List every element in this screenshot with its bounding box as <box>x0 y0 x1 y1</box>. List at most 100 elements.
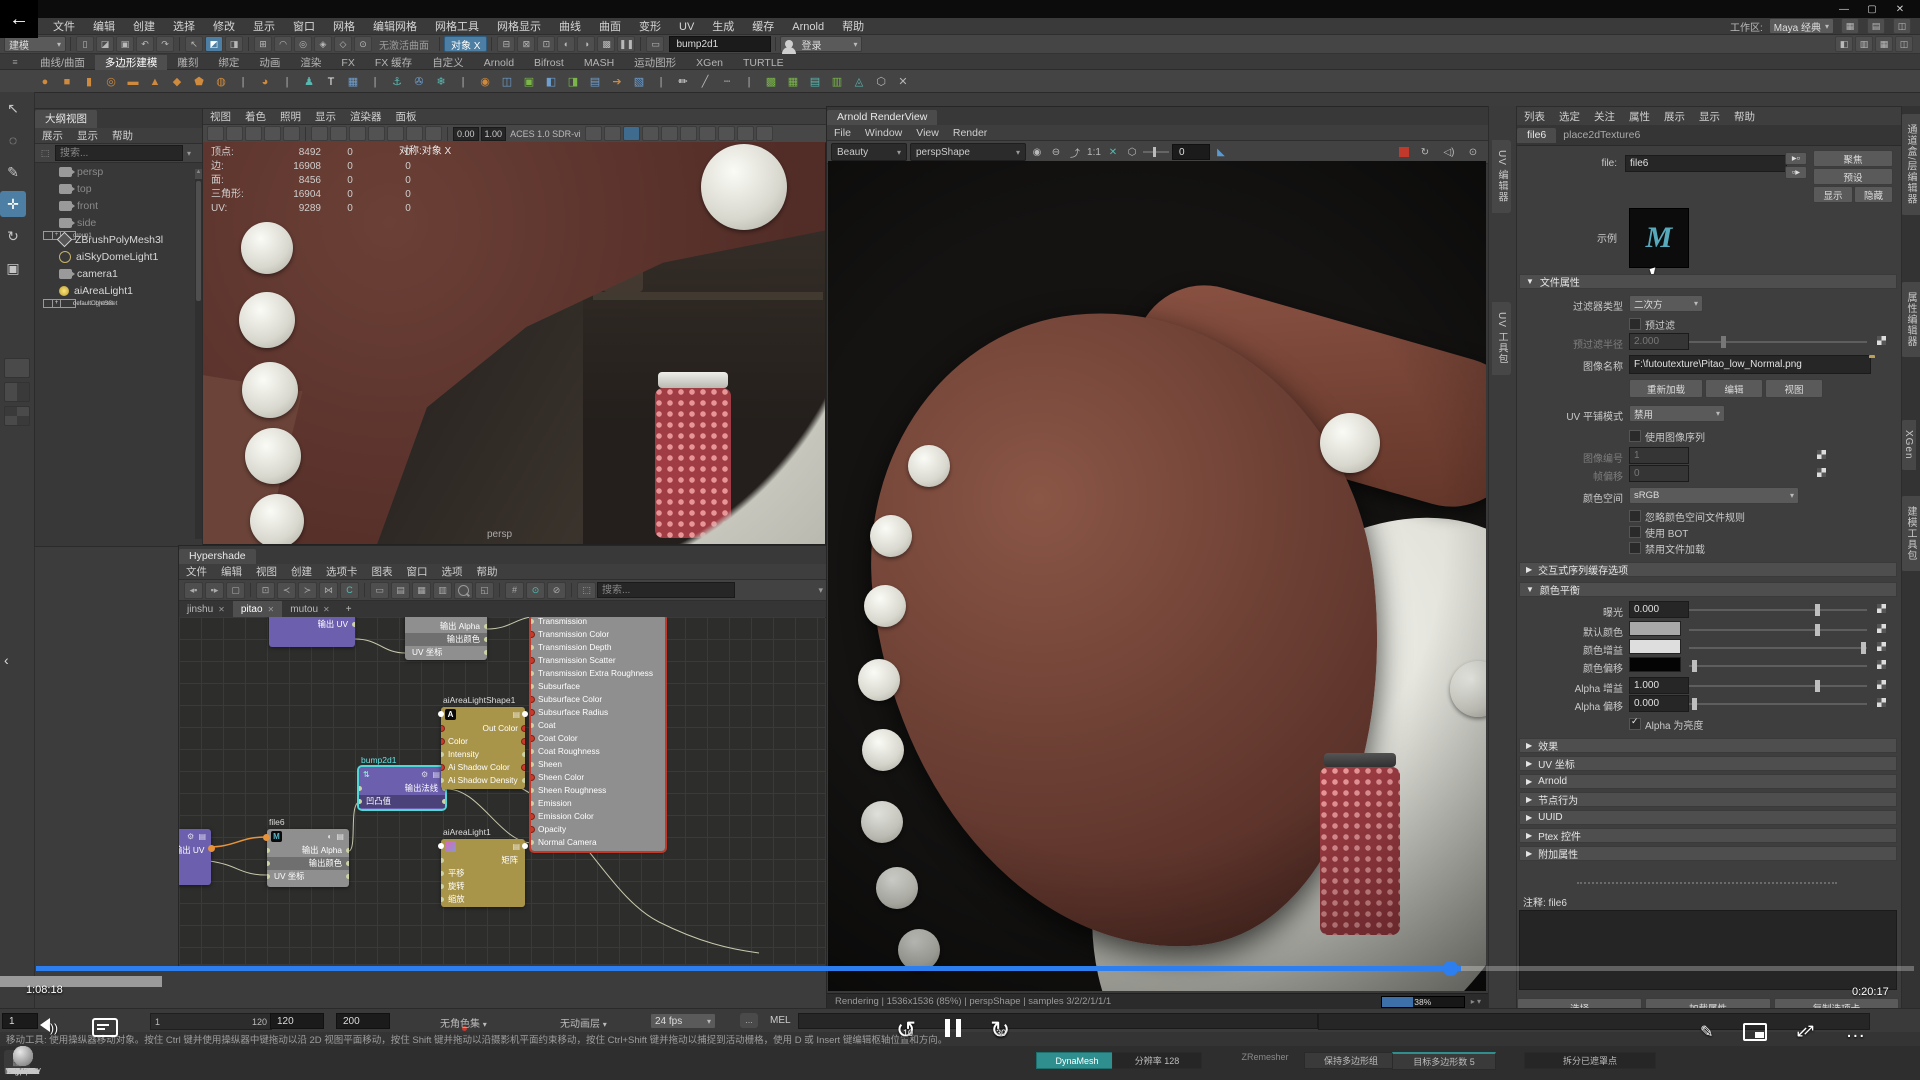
outliner-item[interactable]: + side <box>35 214 203 231</box>
image-number-map-button[interactable] <box>1817 450 1826 459</box>
alpha-offset-map-button[interactable] <box>1877 698 1886 707</box>
prefilter-checkbox[interactable] <box>1629 318 1641 330</box>
shelf-tool-icon[interactable]: ▦ <box>783 72 803 90</box>
mel-label[interactable]: MEL <box>770 1015 791 1026</box>
shelf-tool-icon[interactable]: ╱ <box>695 72 715 90</box>
snap-curve-icon[interactable]: ◠ <box>274 36 292 52</box>
surface-attribute-row[interactable]: Sheen <box>531 758 665 771</box>
panel-resize-grip[interactable] <box>1577 882 1837 884</box>
hs-icon-view-custom[interactable]: ▥ <box>433 582 452 599</box>
vp-icon-field-chart[interactable] <box>718 126 735 141</box>
presets-button[interactable]: 预设 <box>1813 168 1893 185</box>
sidebar-toggle-icon-3[interactable]: ▦ <box>1875 36 1893 52</box>
orange-input-port[interactable] <box>263 834 270 841</box>
shelf-tool-icon[interactable]: ◨ <box>563 72 583 90</box>
hs-icon-view-connected[interactable]: ▤ <box>391 582 410 599</box>
node-place2dtexture6[interactable]: ⚙ ▤ 输出 UV <box>179 829 211 885</box>
sidebar-toggle-icon-4[interactable]: ◫ <box>1895 36 1913 52</box>
exposure-field[interactable]: 0.000 <box>1629 601 1689 618</box>
surface-attribute-row[interactable]: Transmission Scatter <box>531 654 665 667</box>
node-row[interactable]: Out Color <box>441 722 525 735</box>
alpha-gain-map-button[interactable] <box>1877 680 1886 689</box>
shelf-tool-icon[interactable]: ▣ <box>519 72 539 90</box>
aov-selector[interactable]: Beauty▾ <box>831 143 907 161</box>
orange-output-port[interactable] <box>208 845 215 852</box>
minimize-button[interactable]: — <box>1830 1 1858 17</box>
hs-icon-clear[interactable]: ▢ <box>226 582 245 599</box>
redo-icon[interactable]: ↷ <box>156 36 174 52</box>
collapsed-section-header[interactable]: ▶效果 <box>1519 738 1897 753</box>
shelf-tool-icon[interactable]: ▲ <box>145 73 165 91</box>
vp-icon-wire-on-shaded[interactable] <box>623 126 640 141</box>
surface-attribute-row[interactable]: Normal Camera <box>531 836 665 849</box>
pause-viewport-icon[interactable]: ❚❚ <box>617 36 635 52</box>
shelf-tool-icon[interactable]: | <box>651 73 671 91</box>
node-aiarealightshape1[interactable]: A▤ Out ColorColorIntensityAi Shadow Colo… <box>441 707 525 789</box>
viewport-menu-item[interactable]: 照明 <box>273 109 308 124</box>
render-icon[interactable]: ◐ <box>557 36 575 52</box>
shelf-tool-icon[interactable]: ❄ <box>431 72 451 90</box>
render-progress-expander-icon[interactable]: ▸ ▾ <box>1471 997 1481 1006</box>
rewind-10-button[interactable]: ↺10 <box>896 1016 916 1045</box>
tab-channel-box[interactable]: 通道盒/层编辑器 <box>1901 114 1920 215</box>
surface-attribute-row[interactable]: Emission Color <box>531 810 665 823</box>
miniplayer-button[interactable]: ↗↙ <box>1797 1024 1815 1040</box>
lasso-tool[interactable]: ◌ <box>0 127 26 153</box>
men​u-item[interactable]: 修改 <box>204 18 244 34</box>
shelf-tab[interactable]: 多边形建模 <box>95 55 168 70</box>
node-row[interactable]: 凹凸值 <box>359 795 445 808</box>
tab-attribute-editor[interactable]: 属性编辑器 <box>1901 282 1920 357</box>
video-progress-handle[interactable] <box>1443 961 1458 976</box>
hypershade-menu-item[interactable]: 编辑 <box>214 564 249 579</box>
node-place2dtexture-top[interactable]: ⚙ ▤ 输出 UV <box>269 617 355 647</box>
shelf-tool-icon[interactable]: ▤ <box>585 72 605 90</box>
undo-icon[interactable]: ↶ <box>136 36 154 52</box>
surface-attribute-row[interactable]: Subsurface Color <box>531 693 665 706</box>
shelf-tab[interactable]: 渲染 <box>290 55 331 70</box>
rv-slider-value-field[interactable]: 0 <box>1172 144 1210 160</box>
vp-icon-motionblur[interactable] <box>425 126 442 141</box>
collapsed-section-header[interactable]: ▶附加属性 <box>1519 846 1897 861</box>
uv-tiling-dropdown[interactable]: 禁用▾ <box>1629 405 1725 422</box>
men​u-item[interactable]: Arnold <box>783 19 833 35</box>
more-options-button[interactable]: … <box>1845 1020 1865 1043</box>
connect-input-button[interactable]: ▸▫ <box>1785 152 1807 165</box>
outliner-item[interactable]: + top <box>35 180 203 197</box>
hs-icon-graph-selected[interactable]: ⊡ <box>256 582 275 599</box>
snap-surface-icon[interactable]: ⊙ <box>354 36 372 52</box>
shelf-tool-icon[interactable]: ➔ <box>607 72 627 90</box>
renderview-menu-item[interactable]: Render <box>946 125 994 140</box>
hs-icon-link[interactable]: ⊙ <box>526 582 545 599</box>
ae-menu-item[interactable]: 关注 <box>1587 109 1622 124</box>
hs-icon-frame[interactable]: ◱ <box>475 582 494 599</box>
rv-close-x-icon[interactable]: ✕ <box>1105 144 1121 160</box>
men​u-item[interactable]: 变形 <box>630 18 670 34</box>
node-row[interactable]: 矩阵 <box>441 854 525 867</box>
panel-collapse-chevron[interactable]: ‹ <box>4 652 9 668</box>
collapsed-section-header[interactable]: ▶节点行为 <box>1519 792 1897 807</box>
vp-icon-camera-attrs[interactable] <box>245 126 262 141</box>
output-ops-icon[interactable]: ⊠ <box>517 36 535 52</box>
camera-selector[interactable]: perspShape▾ <box>910 143 1026 161</box>
viewport-exposure-field[interactable]: 0.00 <box>453 127 479 141</box>
quick-rename-field[interactable]: bump2d1 <box>669 36 771 52</box>
outliner-item[interactable]: + front <box>35 197 203 214</box>
hypershade-menu-item[interactable]: 图表 <box>365 564 400 579</box>
reload-button[interactable]: 重新加载 <box>1629 379 1703 398</box>
shelf-tab[interactable]: 动画 <box>249 55 290 70</box>
rv-debug-slider[interactable] <box>1143 151 1169 153</box>
show-button[interactable]: 显示 <box>1813 186 1853 203</box>
prefilter-radius-field[interactable]: 2.000 <box>1629 333 1689 350</box>
node-file6[interactable]: M◐ ▤ 输出 Alpha输出颜色UV 坐标 <box>267 829 349 887</box>
ae-menu-item[interactable]: 列表 <box>1517 109 1552 124</box>
rv-ab-compare-icon[interactable]: ⊖ <box>1048 144 1064 160</box>
men​u-item[interactable]: 网格工具 <box>426 18 488 34</box>
surface-attribute-row[interactable]: Sheen Color <box>531 771 665 784</box>
shelf-tool-icon[interactable]: | <box>233 73 253 91</box>
men​u-item[interactable]: 生成 <box>703 18 743 34</box>
shelf-tool-icon[interactable]: ◫ <box>497 72 517 90</box>
shelf-tab[interactable]: XGen <box>686 55 733 70</box>
renderview-menu-item[interactable]: View <box>909 125 946 140</box>
shelf-tool-icon[interactable]: ◍ <box>211 72 231 90</box>
shelf-tool-icon[interactable]: ◕ <box>255 73 275 91</box>
